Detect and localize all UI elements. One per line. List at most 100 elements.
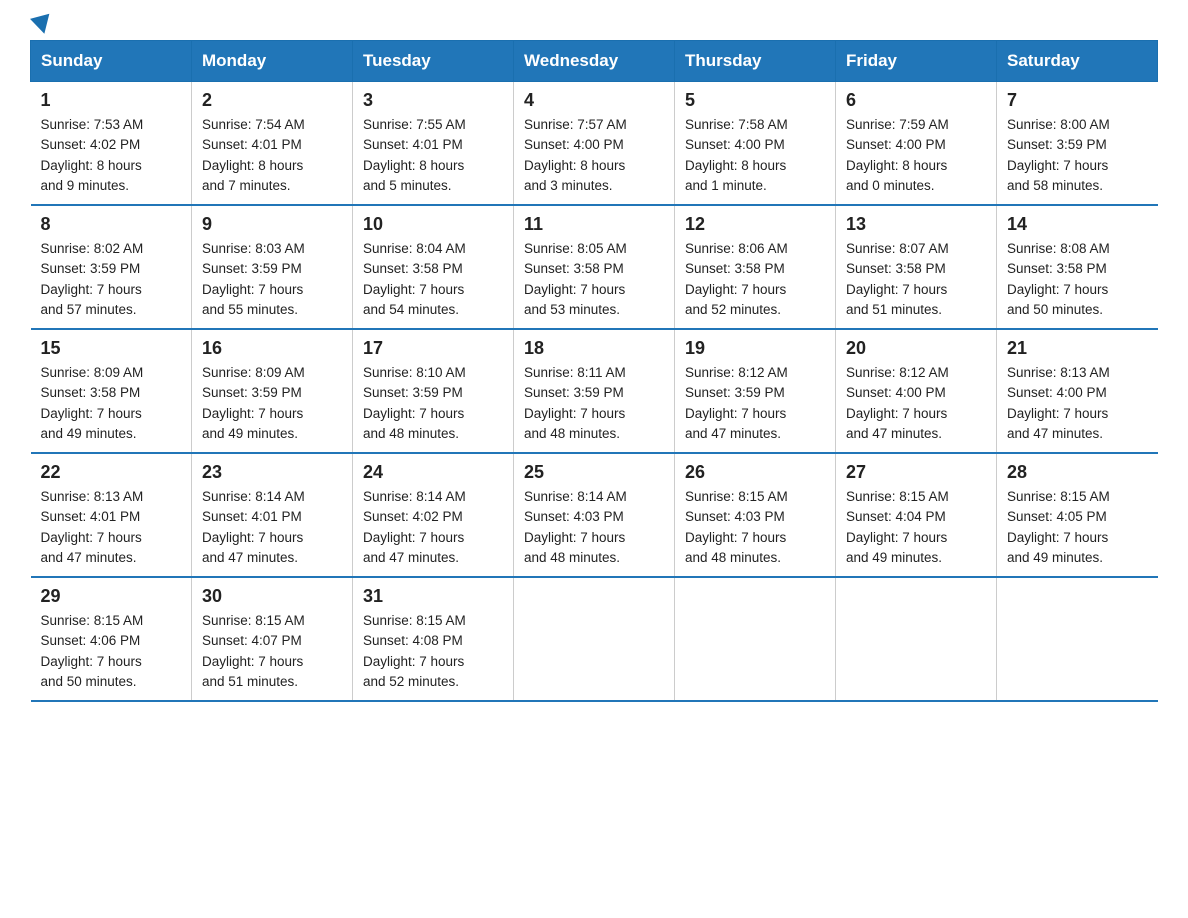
- day-number: 15: [41, 338, 182, 359]
- day-info: Sunrise: 8:09 AMSunset: 3:58 PMDaylight:…: [41, 363, 182, 444]
- day-info: Sunrise: 8:15 AMSunset: 4:08 PMDaylight:…: [363, 611, 503, 692]
- day-info: Sunrise: 7:54 AMSunset: 4:01 PMDaylight:…: [202, 115, 342, 196]
- page-header: [30, 20, 1158, 30]
- calendar-week-row: 1 Sunrise: 7:53 AMSunset: 4:02 PMDayligh…: [31, 82, 1158, 206]
- col-header-friday: Friday: [836, 41, 997, 82]
- logo-triangle-icon: [30, 14, 54, 37]
- day-number: 7: [1007, 90, 1148, 111]
- day-info: Sunrise: 7:55 AMSunset: 4:01 PMDaylight:…: [363, 115, 503, 196]
- day-number: 9: [202, 214, 342, 235]
- calendar-cell: 27 Sunrise: 8:15 AMSunset: 4:04 PMDaylig…: [836, 453, 997, 577]
- day-info: Sunrise: 8:13 AMSunset: 4:00 PMDaylight:…: [1007, 363, 1148, 444]
- calendar-cell: 30 Sunrise: 8:15 AMSunset: 4:07 PMDaylig…: [192, 577, 353, 701]
- calendar-cell: 16 Sunrise: 8:09 AMSunset: 3:59 PMDaylig…: [192, 329, 353, 453]
- calendar-cell: 9 Sunrise: 8:03 AMSunset: 3:59 PMDayligh…: [192, 205, 353, 329]
- day-number: 5: [685, 90, 825, 111]
- calendar-cell: 7 Sunrise: 8:00 AMSunset: 3:59 PMDayligh…: [997, 82, 1158, 206]
- day-info: Sunrise: 8:03 AMSunset: 3:59 PMDaylight:…: [202, 239, 342, 320]
- day-info: Sunrise: 7:59 AMSunset: 4:00 PMDaylight:…: [846, 115, 986, 196]
- day-number: 10: [363, 214, 503, 235]
- day-info: Sunrise: 8:15 AMSunset: 4:06 PMDaylight:…: [41, 611, 182, 692]
- day-info: Sunrise: 8:14 AMSunset: 4:03 PMDaylight:…: [524, 487, 664, 568]
- day-info: Sunrise: 8:08 AMSunset: 3:58 PMDaylight:…: [1007, 239, 1148, 320]
- day-number: 1: [41, 90, 182, 111]
- day-number: 21: [1007, 338, 1148, 359]
- day-info: Sunrise: 8:00 AMSunset: 3:59 PMDaylight:…: [1007, 115, 1148, 196]
- calendar-week-row: 15 Sunrise: 8:09 AMSunset: 3:58 PMDaylig…: [31, 329, 1158, 453]
- calendar-cell: 15 Sunrise: 8:09 AMSunset: 3:58 PMDaylig…: [31, 329, 192, 453]
- day-number: 27: [846, 462, 986, 483]
- day-info: Sunrise: 8:04 AMSunset: 3:58 PMDaylight:…: [363, 239, 503, 320]
- day-number: 13: [846, 214, 986, 235]
- day-number: 30: [202, 586, 342, 607]
- calendar-table: SundayMondayTuesdayWednesdayThursdayFrid…: [30, 40, 1158, 702]
- day-number: 18: [524, 338, 664, 359]
- day-number: 29: [41, 586, 182, 607]
- calendar-cell: 19 Sunrise: 8:12 AMSunset: 3:59 PMDaylig…: [675, 329, 836, 453]
- calendar-cell: 26 Sunrise: 8:15 AMSunset: 4:03 PMDaylig…: [675, 453, 836, 577]
- day-number: 3: [363, 90, 503, 111]
- day-number: 20: [846, 338, 986, 359]
- day-info: Sunrise: 8:09 AMSunset: 3:59 PMDaylight:…: [202, 363, 342, 444]
- day-info: Sunrise: 8:02 AMSunset: 3:59 PMDaylight:…: [41, 239, 182, 320]
- calendar-cell: [675, 577, 836, 701]
- day-info: Sunrise: 8:07 AMSunset: 3:58 PMDaylight:…: [846, 239, 986, 320]
- calendar-cell: [997, 577, 1158, 701]
- calendar-cell: 31 Sunrise: 8:15 AMSunset: 4:08 PMDaylig…: [353, 577, 514, 701]
- col-header-wednesday: Wednesday: [514, 41, 675, 82]
- col-header-thursday: Thursday: [675, 41, 836, 82]
- day-number: 4: [524, 90, 664, 111]
- calendar-cell: 20 Sunrise: 8:12 AMSunset: 4:00 PMDaylig…: [836, 329, 997, 453]
- calendar-cell: 13 Sunrise: 8:07 AMSunset: 3:58 PMDaylig…: [836, 205, 997, 329]
- day-info: Sunrise: 7:57 AMSunset: 4:00 PMDaylight:…: [524, 115, 664, 196]
- calendar-cell: 29 Sunrise: 8:15 AMSunset: 4:06 PMDaylig…: [31, 577, 192, 701]
- calendar-cell: 28 Sunrise: 8:15 AMSunset: 4:05 PMDaylig…: [997, 453, 1158, 577]
- calendar-cell: 22 Sunrise: 8:13 AMSunset: 4:01 PMDaylig…: [31, 453, 192, 577]
- calendar-cell: 8 Sunrise: 8:02 AMSunset: 3:59 PMDayligh…: [31, 205, 192, 329]
- day-number: 22: [41, 462, 182, 483]
- col-header-tuesday: Tuesday: [353, 41, 514, 82]
- day-number: 23: [202, 462, 342, 483]
- day-info: Sunrise: 8:12 AMSunset: 3:59 PMDaylight:…: [685, 363, 825, 444]
- calendar-cell: [514, 577, 675, 701]
- day-info: Sunrise: 8:15 AMSunset: 4:07 PMDaylight:…: [202, 611, 342, 692]
- calendar-week-row: 29 Sunrise: 8:15 AMSunset: 4:06 PMDaylig…: [31, 577, 1158, 701]
- day-info: Sunrise: 8:10 AMSunset: 3:59 PMDaylight:…: [363, 363, 503, 444]
- calendar-cell: 23 Sunrise: 8:14 AMSunset: 4:01 PMDaylig…: [192, 453, 353, 577]
- day-info: Sunrise: 8:13 AMSunset: 4:01 PMDaylight:…: [41, 487, 182, 568]
- logo: [30, 20, 52, 30]
- day-number: 12: [685, 214, 825, 235]
- calendar-cell: 1 Sunrise: 7:53 AMSunset: 4:02 PMDayligh…: [31, 82, 192, 206]
- calendar-cell: 10 Sunrise: 8:04 AMSunset: 3:58 PMDaylig…: [353, 205, 514, 329]
- calendar-cell: 18 Sunrise: 8:11 AMSunset: 3:59 PMDaylig…: [514, 329, 675, 453]
- day-number: 6: [846, 90, 986, 111]
- col-header-sunday: Sunday: [31, 41, 192, 82]
- calendar-cell: 14 Sunrise: 8:08 AMSunset: 3:58 PMDaylig…: [997, 205, 1158, 329]
- col-header-monday: Monday: [192, 41, 353, 82]
- day-number: 17: [363, 338, 503, 359]
- day-info: Sunrise: 8:11 AMSunset: 3:59 PMDaylight:…: [524, 363, 664, 444]
- calendar-cell: 24 Sunrise: 8:14 AMSunset: 4:02 PMDaylig…: [353, 453, 514, 577]
- calendar-cell: 17 Sunrise: 8:10 AMSunset: 3:59 PMDaylig…: [353, 329, 514, 453]
- day-number: 31: [363, 586, 503, 607]
- day-number: 25: [524, 462, 664, 483]
- day-info: Sunrise: 8:15 AMSunset: 4:04 PMDaylight:…: [846, 487, 986, 568]
- calendar-cell: 2 Sunrise: 7:54 AMSunset: 4:01 PMDayligh…: [192, 82, 353, 206]
- calendar-cell: 6 Sunrise: 7:59 AMSunset: 4:00 PMDayligh…: [836, 82, 997, 206]
- calendar-cell: 21 Sunrise: 8:13 AMSunset: 4:00 PMDaylig…: [997, 329, 1158, 453]
- day-number: 19: [685, 338, 825, 359]
- day-info: Sunrise: 7:58 AMSunset: 4:00 PMDaylight:…: [685, 115, 825, 196]
- calendar-cell: [836, 577, 997, 701]
- day-info: Sunrise: 8:06 AMSunset: 3:58 PMDaylight:…: [685, 239, 825, 320]
- calendar-cell: 5 Sunrise: 7:58 AMSunset: 4:00 PMDayligh…: [675, 82, 836, 206]
- calendar-cell: 11 Sunrise: 8:05 AMSunset: 3:58 PMDaylig…: [514, 205, 675, 329]
- calendar-cell: 3 Sunrise: 7:55 AMSunset: 4:01 PMDayligh…: [353, 82, 514, 206]
- calendar-header-row: SundayMondayTuesdayWednesdayThursdayFrid…: [31, 41, 1158, 82]
- day-info: Sunrise: 8:15 AMSunset: 4:05 PMDaylight:…: [1007, 487, 1148, 568]
- day-number: 8: [41, 214, 182, 235]
- day-info: Sunrise: 8:12 AMSunset: 4:00 PMDaylight:…: [846, 363, 986, 444]
- col-header-saturday: Saturday: [997, 41, 1158, 82]
- day-info: Sunrise: 8:05 AMSunset: 3:58 PMDaylight:…: [524, 239, 664, 320]
- day-info: Sunrise: 8:14 AMSunset: 4:02 PMDaylight:…: [363, 487, 503, 568]
- day-info: Sunrise: 8:14 AMSunset: 4:01 PMDaylight:…: [202, 487, 342, 568]
